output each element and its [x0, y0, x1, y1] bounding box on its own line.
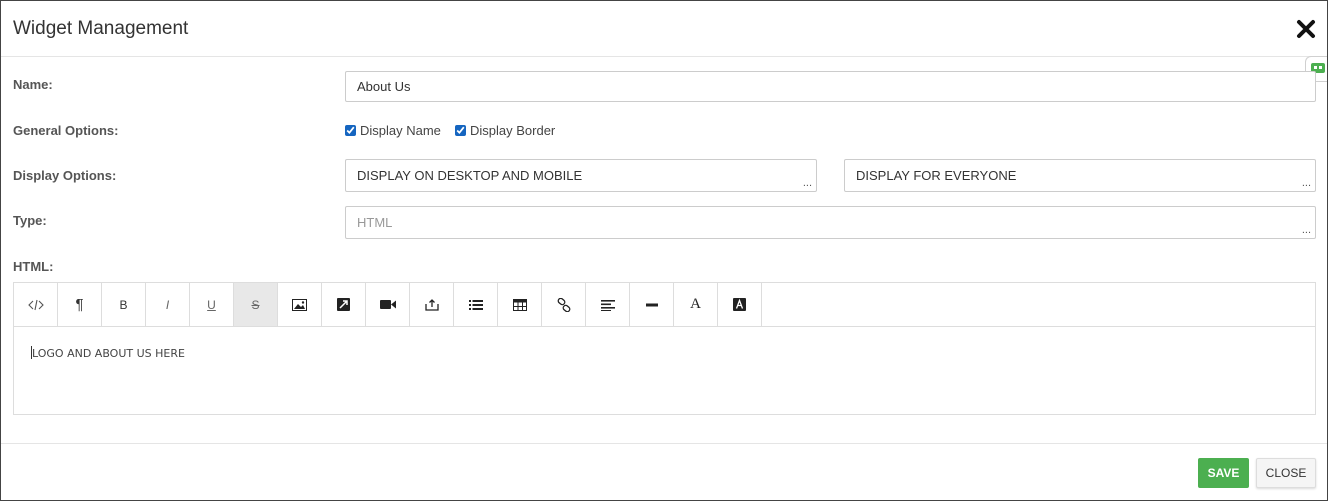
font-button[interactable]: A [674, 283, 718, 326]
display-name-checkbox[interactable] [345, 125, 356, 136]
list-icon [468, 299, 483, 310]
modal-title: Widget Management [13, 18, 189, 39]
horizontal-rule-icon [645, 303, 658, 306]
ellipsis-icon: ... [1301, 177, 1311, 189]
save-button[interactable]: SAVE [1198, 458, 1249, 488]
code-view-icon [27, 299, 44, 310]
editor-text: LOGO AND ABOUT US HERE [32, 347, 185, 360]
align-left-icon [600, 299, 615, 311]
italic-icon: I [165, 297, 170, 312]
ellipsis-icon: ... [802, 177, 812, 189]
display-border-checkbox[interactable] [455, 125, 466, 136]
paragraph-icon: ¶ [75, 296, 84, 313]
horizontal-rule-button[interactable] [630, 283, 674, 326]
display-audience-value: DISPLAY FOR EVERYONE [856, 168, 1017, 183]
type-select[interactable]: HTML ... [345, 206, 1316, 239]
underline-icon: U [207, 297, 216, 312]
display-name-option[interactable]: Display Name [345, 123, 441, 138]
image-button[interactable] [278, 283, 322, 326]
video-button[interactable] [366, 283, 410, 326]
strikethrough-button[interactable]: S [234, 283, 278, 326]
table-button[interactable] [498, 283, 542, 326]
modal-header: Widget Management [1, 1, 1327, 57]
html-label: HTML: [13, 259, 54, 274]
general-options-label: General Options: [13, 123, 119, 138]
underline-button[interactable]: U [190, 283, 234, 326]
font-icon: A [690, 296, 701, 312]
embed-button[interactable] [410, 283, 454, 326]
bold-icon: B [119, 297, 128, 312]
strikethrough-icon: S [251, 297, 260, 312]
font-color-icon [733, 298, 746, 311]
align-button[interactable] [586, 283, 630, 326]
type-value: HTML [357, 215, 393, 230]
display-device-select[interactable]: DISPLAY ON DESKTOP AND MOBILE ... [345, 159, 817, 192]
image-link-icon [337, 298, 350, 311]
italic-button[interactable]: I [146, 283, 190, 326]
display-border-option[interactable]: Display Border [455, 123, 555, 138]
editor-content[interactable]: LOGO AND ABOUT US HERE [31, 346, 185, 360]
display-border-label: Display Border [470, 123, 556, 138]
list-button[interactable] [454, 283, 498, 326]
font-color-button[interactable] [718, 283, 762, 326]
name-input-value: About Us [357, 79, 411, 94]
name-input[interactable]: About Us [345, 71, 1316, 102]
display-audience-select[interactable]: DISPLAY FOR EVERYONE ... [844, 159, 1316, 192]
type-label: Type: [13, 213, 47, 228]
close-icon[interactable] [1296, 19, 1316, 39]
video-icon [379, 300, 396, 309]
bold-button[interactable]: B [102, 283, 146, 326]
widget-management-modal: Widget Management Name: About Us General… [0, 0, 1328, 501]
link-icon [557, 297, 570, 312]
display-options-label: Display Options: [13, 168, 117, 183]
code-view-button[interactable] [14, 283, 58, 326]
link-button[interactable] [542, 283, 586, 326]
html-editor: ¶ B I U S A LOGO AND ABOUT US HERE [13, 282, 1316, 415]
footer-divider [1, 443, 1327, 444]
display-name-label: Display Name [360, 123, 441, 138]
ellipsis-icon: ... [1301, 224, 1311, 236]
embed-icon [424, 298, 439, 311]
paragraph-button[interactable]: ¶ [58, 283, 102, 326]
name-label: Name: [13, 77, 53, 92]
display-device-value: DISPLAY ON DESKTOP AND MOBILE [357, 168, 583, 183]
table-icon [512, 298, 527, 311]
image-icon [292, 298, 307, 311]
image-link-button[interactable] [322, 283, 366, 326]
close-button[interactable]: CLOSE [1256, 458, 1316, 488]
editor-toolbar: ¶ B I U S A [14, 283, 1315, 327]
